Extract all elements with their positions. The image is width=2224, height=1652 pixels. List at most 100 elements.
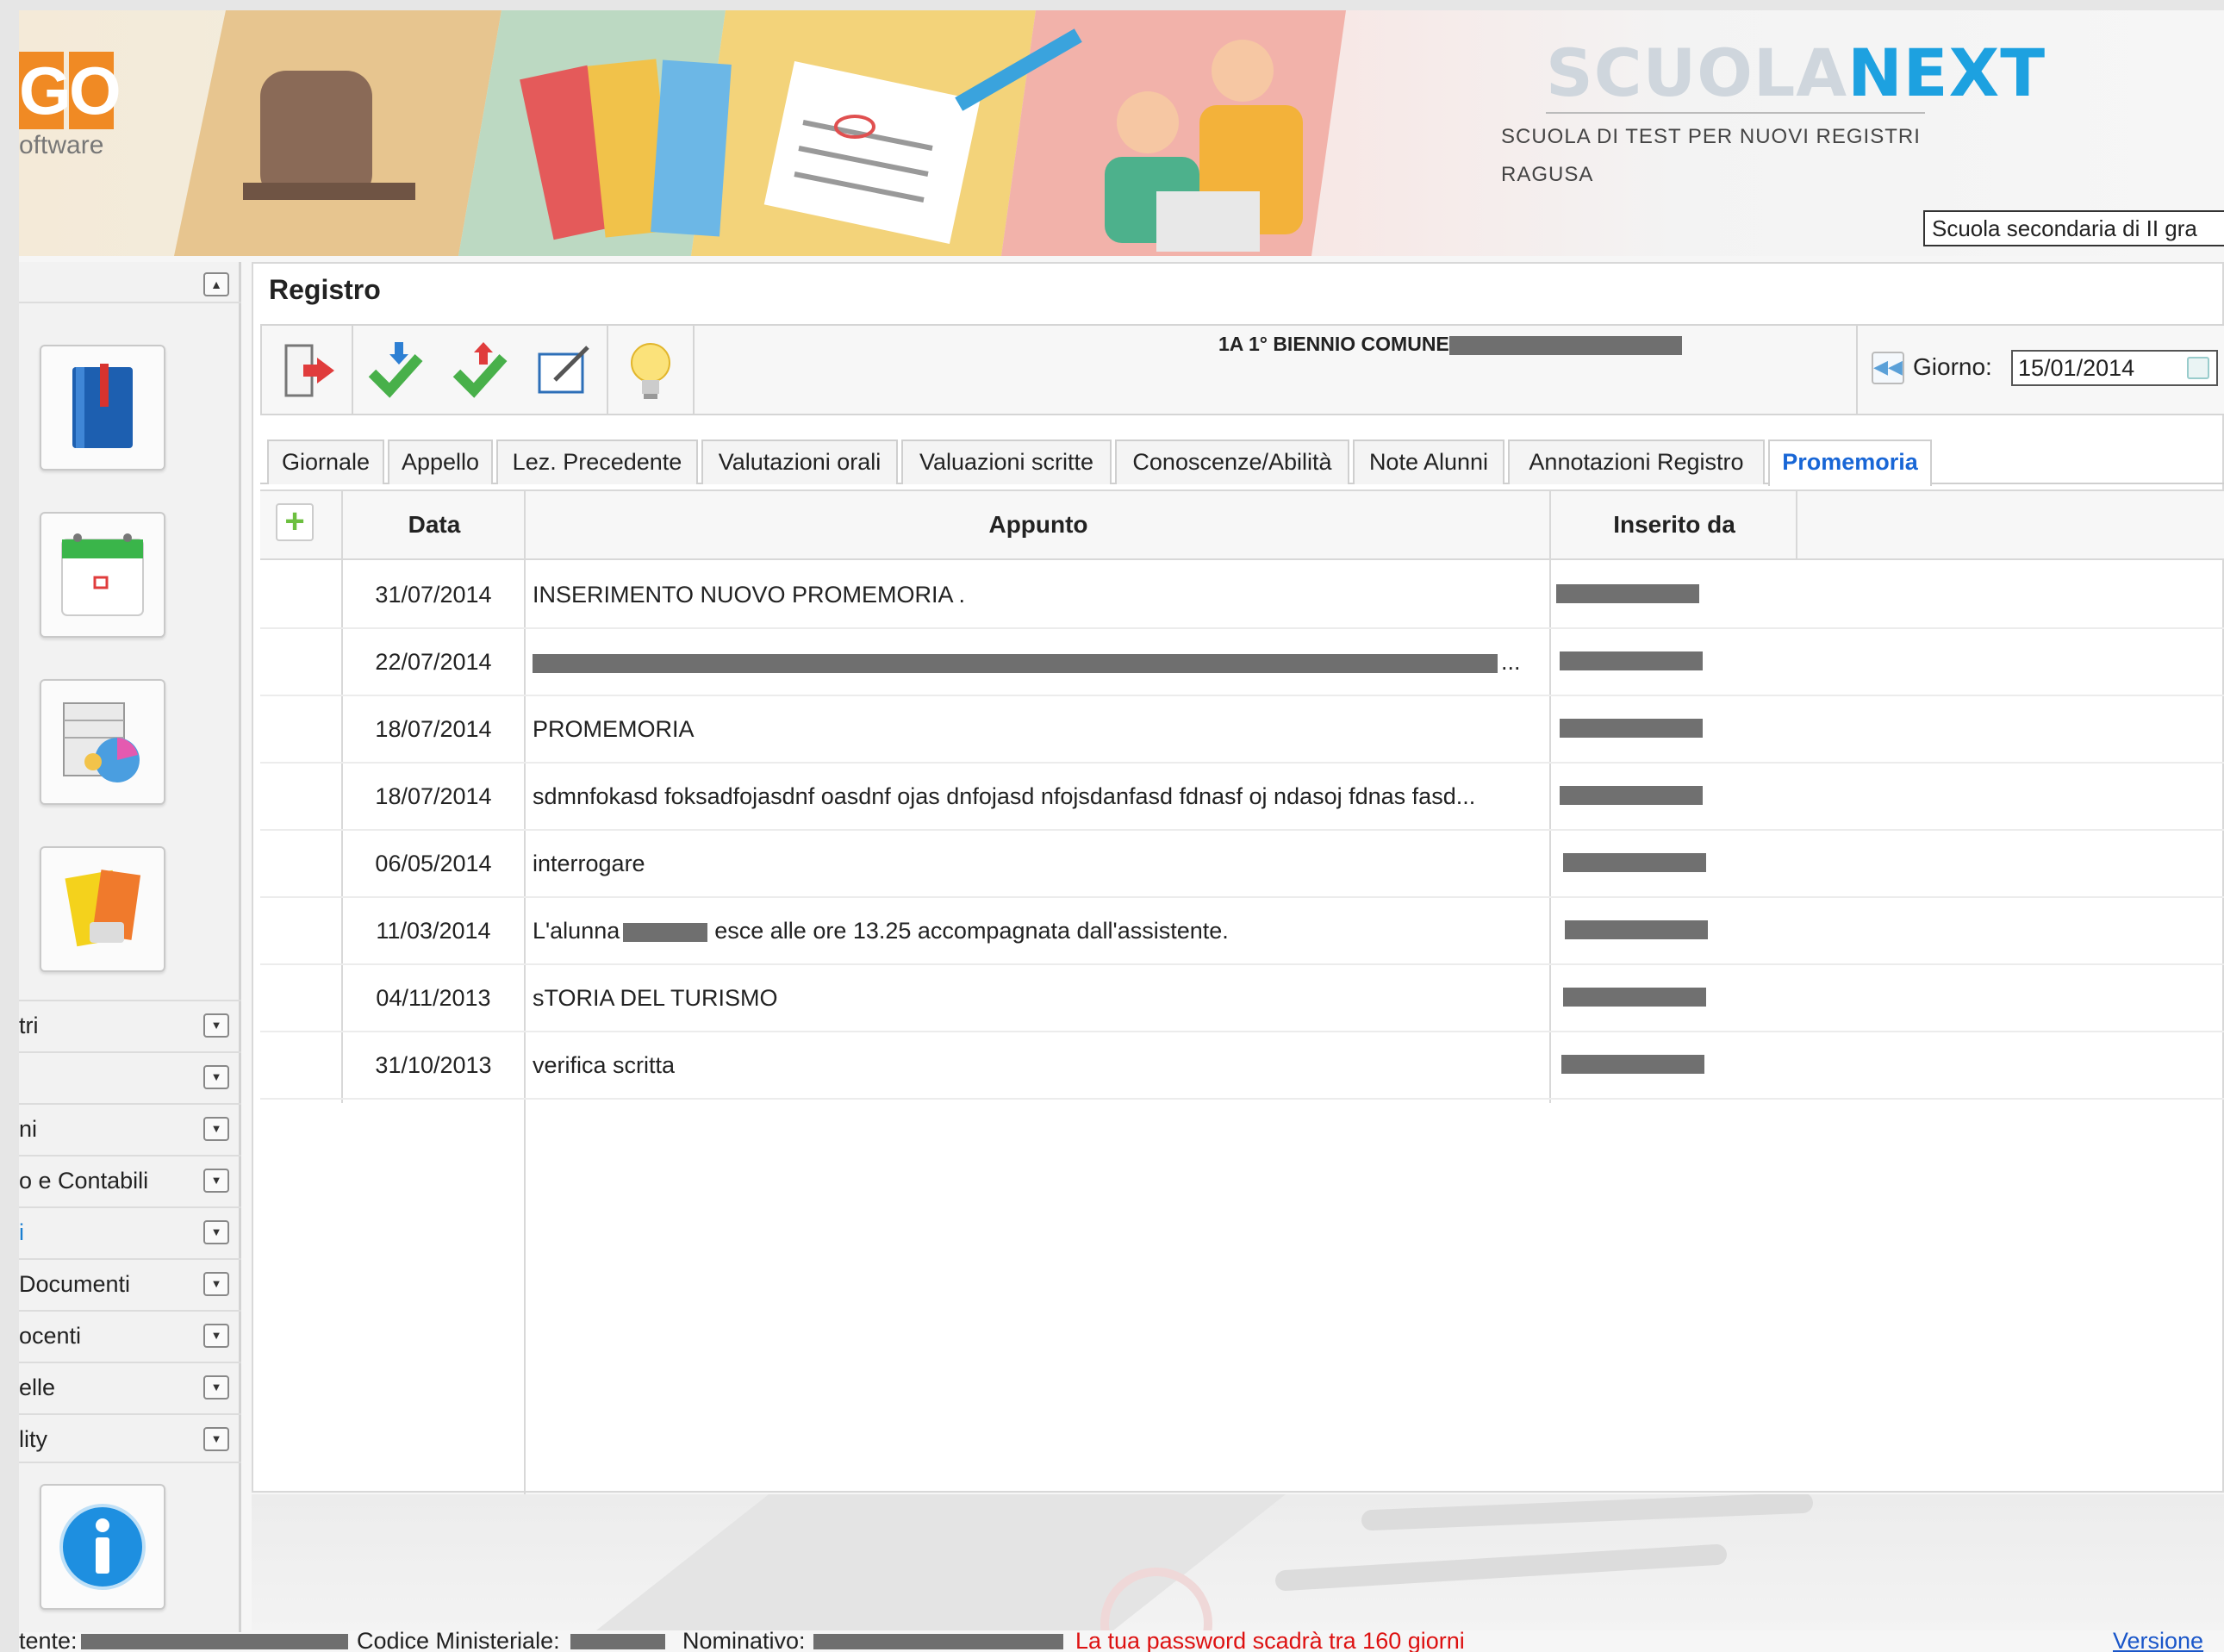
edit-pencil-icon <box>538 346 589 394</box>
scuolanext-logo: SCUOLANEXT <box>1546 34 2046 111</box>
tab-appello[interactable]: Appello <box>388 439 493 484</box>
table-row[interactable]: 04/11/2013 sTORIA DEL TURISMO <box>260 965 2224 1032</box>
redacted-text <box>533 653 1498 673</box>
chevron-down-icon[interactable]: ▼ <box>203 1013 229 1038</box>
column-header-appunto[interactable]: Appunto <box>526 491 1551 560</box>
tab-annotazioni-registro[interactable]: Annotazioni Registro <box>1508 439 1765 484</box>
tab-conoscenze-abilita[interactable]: Conoscenze/Abilità <box>1115 439 1349 484</box>
class-title-text: 1A 1° BIENNIO COMUNE <box>1218 333 1449 355</box>
toolbar-separator <box>352 326 353 414</box>
redacted-author <box>1560 786 1703 805</box>
chevron-down-icon[interactable]: ▼ <box>203 1117 229 1141</box>
sidebar-menu-label: ni <box>19 1116 38 1142</box>
sidebar-menu-item[interactable]: tri ▼ <box>19 1000 241 1050</box>
day-input[interactable]: 15/01/2014 <box>2011 350 2218 386</box>
row-date: 31/07/2014 <box>375 582 492 608</box>
brand-first: SCUOLA <box>1546 34 1848 111</box>
sidebar-menu-item[interactable]: elle ▼ <box>19 1362 241 1412</box>
class-title: 1A 1° BIENNIO COMUNE <box>1218 333 1682 356</box>
sidebar-menu-item[interactable]: ni ▼ <box>19 1103 241 1153</box>
sidebar-menu-label: ocenti <box>19 1323 82 1349</box>
sidebar-menu-item[interactable]: o e Contabili ▼ <box>19 1155 241 1205</box>
sidebar: ▲ tri ▼ ▼ ni ▼ o e Contabili ▼ i ▼ Docum… <box>19 262 241 1632</box>
sidebar-tile-notes[interactable] <box>40 846 165 972</box>
row-note: sdmnfokasd foksadfojasdnf oasdnf ojas dn… <box>533 783 1476 809</box>
calendar-icon <box>61 533 144 616</box>
school-name: SCUOLA DI TEST PER NUOVI REGISTRI <box>1501 125 1921 148</box>
redacted-author <box>1560 719 1703 738</box>
version-link[interactable]: Versione <box>2113 1630 2203 1652</box>
sidebar-collapse-button[interactable]: ▲ <box>203 272 229 296</box>
chevron-down-icon[interactable]: ▼ <box>203 1065 229 1089</box>
toolbar: 1A 1° BIENNIO COMUNE ◀◀ Giorno: 15/01/20… <box>260 324 2224 415</box>
previous-day-button[interactable]: ◀◀ <box>1872 352 1904 384</box>
row-note: INSERIMENTO NUOVO PROMEMORIA . <box>533 582 966 608</box>
argo-logo: G O <box>19 52 121 129</box>
day-selector: ◀◀ Giorno: 15/01/2014 <box>1856 326 2224 414</box>
add-promemoria-button[interactable]: + <box>276 503 314 541</box>
sidebar-menu-item[interactable]: ocenti ▼ <box>19 1310 241 1360</box>
sidebar-tile-report[interactable] <box>40 679 165 805</box>
spreadsheet-chart-icon <box>63 702 140 782</box>
chevron-down-icon[interactable]: ▼ <box>203 1272 229 1296</box>
school-type-select[interactable]: Scuola secondaria di II gra <box>1923 210 2224 246</box>
table-row[interactable]: 31/07/2014 INSERIMENTO NUOVO PROMEMORIA … <box>260 562 2224 629</box>
chevron-down-icon[interactable]: ▼ <box>203 1169 229 1193</box>
page-title: Registro <box>269 274 381 305</box>
status-name-label: Nominativo: <box>682 1628 806 1652</box>
exit-button[interactable] <box>267 331 348 410</box>
redacted-author <box>1563 853 1706 872</box>
app-window: G O oftware SCUOLANEXT SCUOLA DI TEST PE… <box>19 10 2224 1652</box>
hint-button[interactable] <box>610 331 691 410</box>
sidebar-menu-item[interactable]: lity ▼ <box>19 1413 241 1463</box>
tab-note-alunni[interactable]: Note Alunni <box>1353 439 1504 484</box>
toolbar-separator <box>693 326 695 414</box>
background-decoration <box>252 1494 2224 1630</box>
logo-subtitle: oftware <box>19 131 104 159</box>
sidebar-menu-label: o e Contabili <box>19 1168 149 1194</box>
status-bar: tente: Codice Ministeriale: Nominativo: … <box>19 1630 2224 1652</box>
column-header-inserito-da[interactable]: Inserito da <box>1551 491 1797 560</box>
redacted-text <box>623 922 708 942</box>
row-note: ... <box>533 629 1549 695</box>
edit-button[interactable] <box>524 331 605 410</box>
chevron-down-icon[interactable]: ▼ <box>203 1324 229 1348</box>
sidebar-menu-item[interactable]: Documenti ▼ <box>19 1258 241 1308</box>
sidebar-menu-item[interactable]: i ▼ <box>19 1206 241 1256</box>
table-row[interactable]: 06/05/2014 interrogare <box>260 831 2224 898</box>
tab-valutazioni-orali[interactable]: Valutazioni orali <box>701 439 898 484</box>
row-date: 18/07/2014 <box>375 716 492 742</box>
column-header-data[interactable]: Data <box>343 491 526 560</box>
table-row[interactable]: 22/07/2014 ... <box>260 629 2224 696</box>
sidebar-tile-registro[interactable] <box>40 345 165 471</box>
sidebar-header: ▲ <box>19 269 241 303</box>
chevron-down-icon[interactable]: ▼ <box>203 1220 229 1244</box>
tab-promemoria[interactable]: Promemoria <box>1768 439 1932 486</box>
table-row[interactable]: 11/03/2014 L'alunna esce alle ore 13.25 a… <box>260 898 2224 965</box>
chevron-down-icon[interactable]: ▼ <box>203 1427 229 1451</box>
export-button[interactable] <box>439 331 520 410</box>
tab-giornale[interactable]: Giornale <box>267 439 384 484</box>
sidebar-tile-calendario[interactable] <box>40 512 165 638</box>
chevron-down-icon[interactable]: ▼ <box>203 1375 229 1400</box>
table-row[interactable]: 31/10/2013 verifica scritta <box>260 1032 2224 1100</box>
sidebar-menu-label: Documenti <box>19 1271 131 1297</box>
sidebar-menu-item[interactable]: ▼ <box>19 1051 241 1101</box>
promemoria-table: + Data Appunto Inserito da 31/07/2014 IN… <box>260 489 2224 1494</box>
toolbar-separator <box>607 326 608 414</box>
row-date: 11/03/2014 <box>376 918 491 944</box>
redacted-text <box>1448 335 1682 355</box>
tab-bar: Giornale Appello Lez. Precedente Valutaz… <box>260 438 2224 486</box>
table-row[interactable]: 18/07/2014 PROMEMORIA <box>260 696 2224 764</box>
exit-door-icon <box>284 344 334 397</box>
brand-second: NEXT <box>1847 34 2046 111</box>
sidebar-tile-info[interactable] <box>40 1484 165 1610</box>
import-button[interactable] <box>355 331 436 410</box>
row-note: L'alunna esce alle ore 13.25 accompagnata… <box>533 898 1549 963</box>
tab-valutazioni-scritte[interactable]: Valuazioni scritte <box>901 439 1112 484</box>
password-expiry-warning: La tua password scadrà tra 160 giorni <box>1075 1628 1465 1652</box>
tab-lez-precedente[interactable]: Lez. Precedente <box>496 439 698 484</box>
calendar-picker-icon[interactable] <box>2187 357 2209 379</box>
table-row[interactable]: 18/07/2014 sdmnfokasd foksadfojasdnf oas… <box>260 764 2224 831</box>
sidebar-menu-label: i <box>19 1219 24 1245</box>
